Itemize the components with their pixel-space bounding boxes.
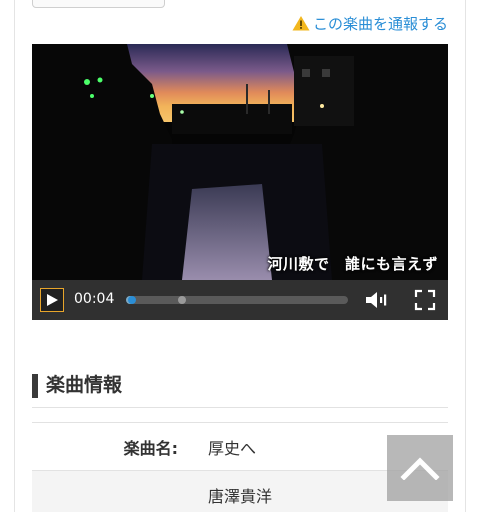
progress-buffered xyxy=(177,296,186,304)
play-button[interactable] xyxy=(40,288,64,312)
current-time: 00:04 xyxy=(74,291,115,307)
song-info-table: 楽曲名: 厚史へ 唐澤貴洋 xyxy=(32,422,448,512)
video-player[interactable]: 河川敷で 誰にも言えず 00:04 xyxy=(32,44,448,320)
heading-accent-bar xyxy=(32,374,38,398)
video-subtitle: 河川敷で 誰にも言えず xyxy=(267,255,438,273)
scroll-to-top-button[interactable] xyxy=(387,435,453,501)
player-control-bar: 00:04 xyxy=(32,280,448,320)
report-link-label: この楽曲を通報する xyxy=(312,14,448,33)
table-row: 唐澤貴洋 xyxy=(32,470,448,512)
play-icon xyxy=(47,294,58,306)
artist-value: 唐澤貴洋 xyxy=(208,486,273,506)
table-row: 楽曲名: 厚史へ xyxy=(32,422,448,470)
video-frame xyxy=(32,44,448,280)
top-button[interactable] xyxy=(32,0,165,8)
volume-icon[interactable] xyxy=(364,289,390,311)
song-info-title: 楽曲情報 xyxy=(46,374,123,396)
song-name-label: 楽曲名: xyxy=(123,438,178,458)
progress-bar[interactable] xyxy=(126,296,348,304)
fullscreen-icon[interactable] xyxy=(414,289,436,311)
progress-handle[interactable] xyxy=(128,296,137,304)
warning-icon xyxy=(292,16,310,31)
chevron-up-icon xyxy=(400,457,440,480)
song-info-heading: 楽曲情報 xyxy=(32,372,448,408)
report-song-link[interactable]: この楽曲を通報する xyxy=(292,12,448,34)
song-name-value: 厚史へ xyxy=(208,438,257,458)
